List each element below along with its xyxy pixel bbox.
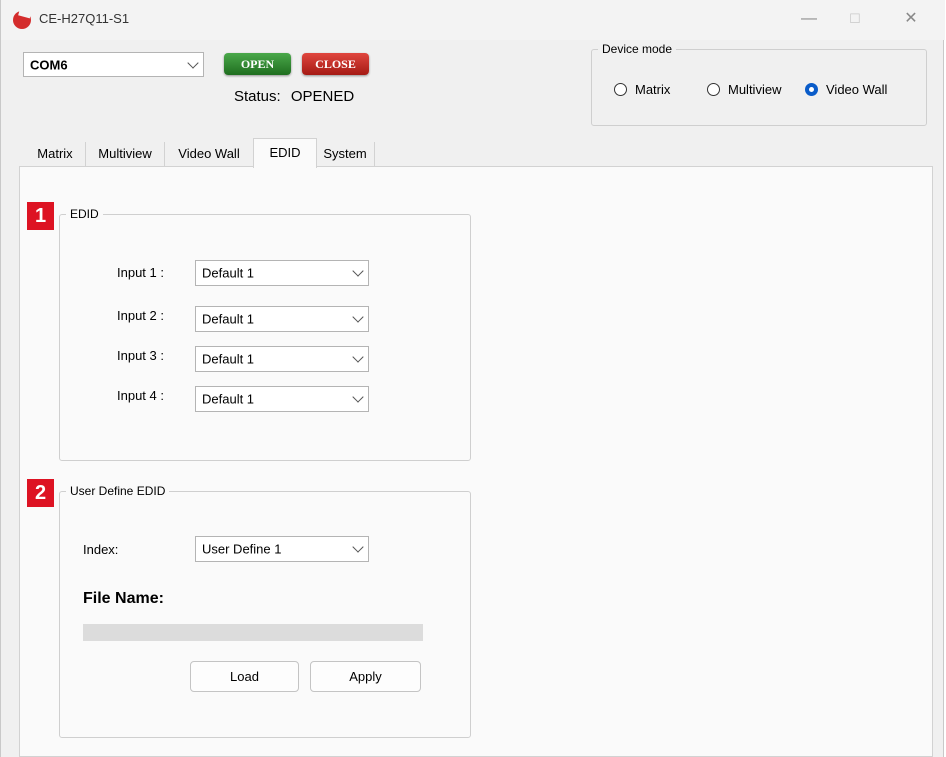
input-2-label: Input 2 : (117, 308, 164, 323)
tab-system[interactable]: System (316, 142, 375, 166)
radio-selected-icon (805, 83, 818, 96)
edid-legend: EDID (70, 207, 99, 221)
window-title: CE-H27Q11-S1 (39, 11, 130, 26)
user-define-edid-legend: User Define EDID (70, 484, 166, 498)
chevron-down-icon (352, 541, 364, 553)
radio-icon (707, 83, 720, 96)
tab-video-wall[interactable]: Video Wall (165, 142, 254, 166)
com-port-value: COM6 (30, 57, 68, 72)
tab-matrix[interactable]: Matrix (25, 142, 86, 166)
file-name-label: File Name: (83, 590, 164, 607)
radio-matrix[interactable]: Matrix (614, 82, 670, 97)
chevron-down-icon (352, 265, 364, 277)
radio-video-wall[interactable]: Video Wall (805, 82, 887, 97)
input-1-label: Input 1 : (117, 265, 164, 280)
minimize-icon[interactable]: — (795, 6, 823, 32)
connection-status: Status: OPENED (234, 88, 354, 105)
status-value: OPENED (290, 88, 355, 105)
radio-matrix-label: Matrix (635, 82, 671, 97)
radio-video-wall-label: Video Wall (826, 82, 888, 97)
com-port-select[interactable]: COM6 (23, 52, 204, 77)
tab-edid[interactable]: EDID (253, 138, 317, 168)
edid-group: EDID (59, 207, 471, 461)
app-logo-icon (13, 11, 31, 29)
input-2-select[interactable]: Default 1 (195, 306, 369, 332)
app-window: CE-H27Q11-S1 — ☐ ✕ COM6 OPEN CLOSE Statu… (0, 0, 945, 757)
chevron-down-icon (187, 56, 199, 69)
radio-icon (614, 83, 627, 96)
apply-button[interactable]: Apply (310, 661, 421, 692)
index-label: Index: (83, 542, 119, 557)
title-bar: CE-H27Q11-S1 — ☐ ✕ (1, 0, 945, 40)
status-label: Status: (234, 88, 281, 105)
load-button[interactable]: Load (190, 661, 299, 692)
device-mode-legend: Device mode (602, 42, 673, 56)
input-3-label: Input 3 : (117, 348, 164, 363)
input-3-value: Default 1 (202, 351, 255, 367)
chevron-down-icon (352, 311, 364, 323)
tab-multiview[interactable]: Multiview (86, 142, 165, 166)
input-4-label: Input 4 : (117, 388, 164, 403)
file-name-field (83, 624, 423, 641)
input-4-select[interactable]: Default 1 (195, 386, 369, 412)
radio-multiview[interactable]: Multiview (707, 82, 781, 97)
input-1-value: Default 1 (202, 265, 255, 281)
chevron-down-icon (352, 391, 364, 403)
index-value: User Define 1 (202, 541, 282, 557)
maximize-icon[interactable]: ☐ (841, 6, 869, 32)
step-badge-2: 2 (27, 479, 54, 507)
open-button[interactable]: OPEN (224, 53, 291, 75)
input-4-value: Default 1 (202, 391, 255, 407)
user-define-edid-group: User Define EDID (59, 484, 471, 738)
close-button[interactable]: CLOSE (302, 53, 369, 75)
input-3-select[interactable]: Default 1 (195, 346, 369, 372)
step-badge-1: 1 (27, 202, 54, 230)
close-window-icon[interactable]: ✕ (897, 6, 925, 32)
input-1-select[interactable]: Default 1 (195, 260, 369, 286)
radio-multiview-label: Multiview (728, 82, 782, 97)
chevron-down-icon (352, 351, 364, 363)
input-2-value: Default 1 (202, 311, 255, 327)
index-select[interactable]: User Define 1 (195, 536, 369, 562)
